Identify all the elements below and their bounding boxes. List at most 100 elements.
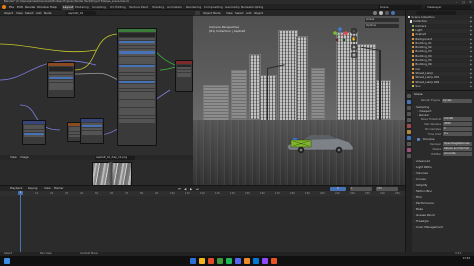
jump-start-icon[interactable]: ⏮	[178, 187, 182, 191]
section-grease-pencil[interactable]: Grease Pencil	[414, 213, 473, 217]
section-freestyle[interactable]: Freestyle	[414, 219, 473, 223]
solid-shading-icon[interactable]	[379, 11, 383, 15]
section-curves[interactable]: Curves	[414, 177, 473, 181]
tab-sculpting[interactable]: Sculpting	[91, 5, 107, 10]
denoiser-dropdown[interactable]: OpenImageDenoise	[443, 142, 472, 146]
wireframe-shading-icon[interactable]	[373, 11, 377, 15]
playhead-marker[interactable]: 1	[18, 191, 23, 195]
taskbar-app-icon[interactable]	[208, 258, 214, 264]
visibility-eye-icon[interactable]: ◉	[470, 50, 472, 54]
output-tab-icon[interactable]	[407, 106, 411, 110]
section-simplify[interactable]: Simplify	[414, 183, 473, 187]
section-color-management[interactable]: Color Management	[414, 225, 473, 229]
world-tab-icon[interactable]	[407, 124, 411, 128]
taskbar-app-icon[interactable]	[190, 258, 196, 264]
min-samples-field[interactable]: 0	[443, 127, 472, 131]
prefilter-dropdown[interactable]: Accurate	[443, 152, 472, 156]
frame-end-field[interactable]: 250	[376, 186, 398, 191]
taskbar-app-icon[interactable]	[235, 258, 241, 264]
tab-rendering[interactable]: Rendering	[185, 5, 202, 10]
visibility-eye-icon[interactable]: ◉	[470, 81, 472, 85]
outliner-item[interactable]: Street_Lamp.002 ◉	[408, 80, 473, 85]
visibility-eye-icon[interactable]: ◉	[470, 38, 472, 42]
tab-scripting[interactable]: Scripting	[249, 5, 264, 10]
frame-start-field[interactable]: 1	[350, 186, 372, 191]
blender-logo-icon[interactable]	[2, 5, 6, 9]
viewport-menu-add[interactable]: Add	[246, 10, 251, 16]
view-layer-selector[interactable]: ViewLayer	[425, 5, 471, 9]
viewport-menu-view[interactable]: View	[226, 10, 233, 16]
noise-threshold-field[interactable]: 0.0100	[443, 117, 472, 121]
node-material-output[interactable]	[175, 60, 193, 92]
scene-selector[interactable]: Scene	[378, 5, 422, 9]
tab-animation[interactable]: Animation	[166, 5, 183, 10]
visibility-eye-icon[interactable]: ◉	[470, 25, 472, 29]
visibility-eye-icon[interactable]: ◉	[470, 85, 472, 89]
current-frame-field[interactable]: 1	[330, 186, 346, 191]
rendered-shading-icon[interactable]	[391, 11, 395, 15]
properties-editor[interactable]: Scene Render Engine Cycles Sampling View…	[405, 90, 474, 252]
shader-node-editor[interactable]: Object View Select Add Node asphalt_01	[0, 10, 193, 155]
node-mapping[interactable]	[22, 120, 46, 145]
outliner-item[interactable]: Building_02 ◉	[408, 46, 473, 50]
pan-hand-icon[interactable]: ✋	[351, 36, 357, 42]
taskbar-clock[interactable]: 17:43	[463, 257, 470, 261]
outliner-item[interactable]: Car ◉	[408, 67, 473, 72]
passes-dropdown[interactable]: Albedo and Normal	[443, 147, 472, 151]
render-engine-dropdown[interactable]: Cycles	[442, 99, 472, 103]
material-tab-icon[interactable]	[407, 148, 411, 152]
section-volumes[interactable]: Volumes	[414, 171, 473, 175]
section-denoise[interactable]: Denoise	[421, 137, 473, 141]
outliner-item[interactable]: Building_06 ◉	[408, 63, 473, 68]
step-back-icon[interactable]: ◀	[184, 187, 188, 191]
render-tab-icon[interactable]	[407, 100, 411, 104]
visibility-eye-icon[interactable]: ◉	[470, 76, 472, 80]
tab-layout[interactable]: Layout	[62, 4, 75, 10]
outliner-item[interactable]: Background ◉	[408, 37, 473, 42]
image-menu-image[interactable]: Image	[20, 155, 29, 160]
taskbar-app-icon[interactable]	[244, 258, 250, 264]
image-menu-view[interactable]: View	[10, 155, 17, 160]
view-layer-tab-icon[interactable]	[407, 112, 411, 116]
visibility-eye-icon[interactable]: ◉	[470, 33, 472, 37]
tab-uv-editing[interactable]: UV Editing	[109, 5, 127, 10]
viewport-menu-select[interactable]: Select	[235, 10, 244, 16]
visibility-eye-icon[interactable]: ◉	[470, 68, 472, 72]
taskbar-app-icon[interactable]	[226, 258, 232, 264]
object-mode-dropdown[interactable]: Object Mode	[203, 10, 221, 16]
timeline[interactable]: Playback Keying View Marker ⏮ ◀ ▶ ⏭ 1 1 …	[0, 185, 405, 253]
tab-modeling[interactable]: Modeling	[74, 5, 90, 10]
visibility-eye-icon[interactable]: ◉	[470, 16, 472, 20]
material-shading-icon[interactable]	[385, 11, 389, 15]
physics-tab-icon[interactable]	[407, 142, 411, 146]
tool-tab-icon[interactable]	[407, 94, 411, 98]
node-image-texture[interactable]	[47, 62, 75, 98]
tab-compositing[interactable]: Compositing	[203, 5, 224, 10]
outliner-item[interactable]: Collection ◉	[408, 20, 473, 25]
outliner-item[interactable]: Sun ◉	[408, 84, 473, 89]
camera-view-icon[interactable]: ◉	[351, 44, 357, 50]
visibility-eye-icon[interactable]: ◉	[470, 59, 472, 63]
section-motion-blur[interactable]: Motion Blur	[414, 189, 473, 193]
outliner-item[interactable]: Asphalt ◉	[408, 33, 473, 37]
outliner[interactable]: Scene Collection ◉ Collection ◉ Camera ◉ Light…	[405, 10, 474, 90]
scene-tab-icon[interactable]	[407, 118, 411, 122]
visibility-eye-icon[interactable]: ◉	[470, 46, 472, 50]
taskbar-app-icon[interactable]	[199, 258, 205, 264]
outliner-item[interactable]: Camera ◉	[408, 24, 473, 29]
editor-type-icon[interactable]	[195, 11, 200, 15]
node-bump[interactable]	[80, 118, 104, 144]
taskbar-app-icon[interactable]	[217, 258, 223, 264]
modifier-tab-icon[interactable]	[407, 136, 411, 140]
visibility-eye-icon[interactable]: ◉	[470, 63, 472, 67]
object-tab-icon[interactable]	[407, 130, 411, 134]
section-light-paths[interactable]: Light Paths	[414, 165, 473, 169]
zoom-icon[interactable]: ⌕	[351, 28, 357, 34]
taskbar-app-icon[interactable]	[262, 258, 268, 264]
visibility-eye-icon[interactable]: ◉	[470, 42, 472, 46]
outliner-item[interactable]: Street_Lamp ◉	[408, 71, 473, 76]
tab-shading[interactable]: Shading	[151, 5, 165, 10]
outliner-item[interactable]: Street_Lamp.001 ◉	[408, 76, 473, 80]
visibility-eye-icon[interactable]: ◉	[470, 29, 472, 33]
toggle-projection-icon[interactable]: ▦	[351, 52, 357, 58]
